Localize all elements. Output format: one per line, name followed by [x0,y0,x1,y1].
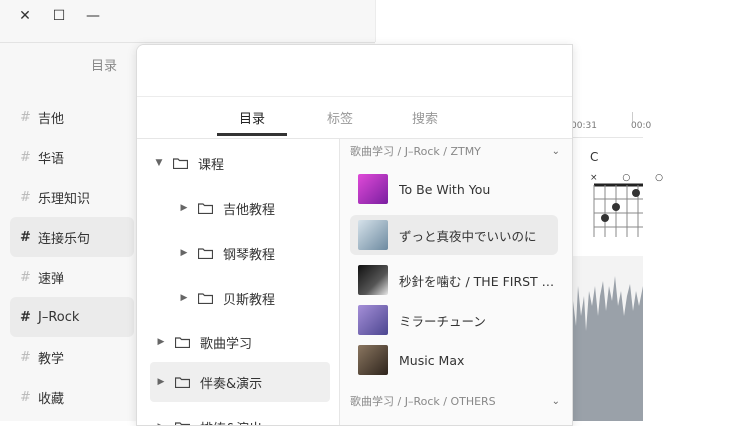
hash-icon: # [20,350,32,365]
timeline-label: 00:31 [571,121,597,131]
album-thumbnail [358,265,388,295]
tree-item-courses[interactable]: ▼ 课程 [153,143,333,183]
folder-tree: ▼ 课程 ▶ 吉他教程 ▶ 钢琴教程 ▶ 贝斯教程 [137,139,340,426]
group-path: 歌曲学习 / J–Rock / ZTMY [350,143,481,159]
folder-icon [198,292,213,304]
hash-icon: # [20,310,32,325]
tree-item-label: 吉他教程 [223,199,275,218]
library-popup: 目录 标签 搜索 ▼ 课程 ▶ 吉他教程 ▶ 钢琴教程 ▶ [136,44,573,426]
hash-icon: # [20,270,32,285]
song-title: ずっと真夜中でいいのに [399,226,558,245]
sidebar-item-label: 收藏 [38,388,64,407]
tree-item-label: 贝斯教程 [223,289,275,308]
sidebar-item-theory[interactable]: # 乐理知识 [10,177,134,217]
active-tab-indicator [217,133,287,136]
close-icon[interactable]: ✕ [15,6,35,26]
folder-icon [198,247,213,259]
chevron-down-icon[interactable]: ⌄ [552,146,560,157]
tab-search[interactable]: 搜索 [390,96,460,138]
group-header-ztmy[interactable]: 歌曲学习 / J–Rock / ZTMY ⌄ [350,141,560,161]
main-header [375,0,644,42]
folder-icon [173,157,188,169]
folder-icon [198,202,213,214]
sidebar-item-chinese[interactable]: # 华语 [10,137,134,177]
sidebar-item-phrases[interactable]: # 连接乐句 [10,217,134,257]
tree-item-label: 钢琴教程 [223,244,275,263]
list-item[interactable]: To Be With You [350,169,558,209]
tree-item-label: 课程 [198,154,224,173]
tree-item-label: 歌曲学习 [200,333,252,352]
sidebar-item-label: 华语 [38,148,64,167]
group-path: 歌曲学习 / J–Rock / OTHERS [350,393,496,409]
tab-tags[interactable]: 标签 [305,96,375,138]
tab-catalog[interactable]: 目录 [217,96,287,138]
tree-item-guitar-course[interactable]: ▶ 吉他教程 [178,188,333,228]
sidebar-item-teaching[interactable]: # 教学 [10,337,134,377]
sidebar-item-speed[interactable]: # 速弹 [10,257,134,297]
song-title: ミラーチューン [399,311,558,330]
folder-icon [175,421,190,426]
hash-icon: # [20,190,32,205]
chevron-right-icon[interactable]: ▶ [155,337,167,347]
list-item[interactable]: Music Max [350,340,558,380]
list-item[interactable]: ミラーチューン [350,300,558,340]
album-thumbnail [358,345,388,375]
chord-diagram [593,183,643,238]
sidebar-item-label: J–Rock [38,310,79,325]
hash-icon: # [20,150,32,165]
sidebar-item-label: 乐理知识 [38,188,90,207]
tree-item-bass-course[interactable]: ▶ 贝斯教程 [178,278,333,318]
album-thumbnail [358,220,388,250]
hash-icon: # [20,390,32,405]
group-header-others[interactable]: 歌曲学习 / J–Rock / OTHERS ⌄ [350,391,560,411]
list-item[interactable]: 秒針を噛む / THE FIRST TAKE [350,260,558,300]
hash-icon: # [20,110,32,125]
chevron-down-icon[interactable]: ⌄ [552,396,560,407]
song-list: 歌曲学习 / J–Rock / ZTMY ⌄ To Be With You ずっ… [340,139,572,426]
chevron-right-icon[interactable]: ▶ [178,293,190,303]
maximize-icon[interactable]: ☐ [49,6,69,26]
sidebar-item-guitar[interactable]: # 吉他 [10,97,134,137]
timeline-divider [571,137,643,138]
tree-item-label: 排练&演出 [200,418,262,426]
chord-name: C [590,150,598,164]
chevron-right-icon[interactable]: ▶ [178,248,190,258]
popup-header [137,45,572,97]
tree-item-song-study[interactable]: ▶ 歌曲学习 [155,322,333,362]
album-thumbnail [358,305,388,335]
chevron-right-icon[interactable]: ▶ [178,203,190,213]
sidebar-item-jrock[interactable]: # J–Rock [10,297,134,337]
folder-icon [175,376,190,388]
sidebar-item-label: 吉他 [38,108,64,127]
tree-item-rehearsal[interactable]: ▶ 排练&演出 [155,407,333,426]
timeline-label: 00:0 [631,121,651,131]
hash-icon: # [20,230,32,245]
sidebar-item-label: 速弹 [38,268,64,287]
song-title: Music Max [399,353,558,368]
chevron-right-icon[interactable]: ▶ [155,422,167,426]
song-title: To Be With You [399,182,558,197]
song-title: 秒針を噛む / THE FIRST TAKE [399,271,558,290]
tree-item-accompaniment[interactable]: ▶ 伴奏&演示 [150,362,330,402]
album-thumbnail [358,174,388,204]
sidebar-item-label: 连接乐句 [38,228,90,247]
chevron-down-icon[interactable]: ▼ [153,158,165,168]
chevron-right-icon[interactable]: ▶ [155,377,167,387]
folder-icon [175,336,190,348]
sidebar-item-label: 教学 [38,348,64,367]
list-item[interactable]: ずっと真夜中でいいのに [350,215,558,255]
waveform [570,256,643,421]
tree-item-label: 伴奏&演示 [200,373,262,392]
tree-item-piano-course[interactable]: ▶ 钢琴教程 [178,233,333,273]
sidebar-item-favorites[interactable]: # 收藏 [10,377,134,417]
sidebar-title: 目录 [91,55,117,74]
minimize-icon[interactable]: — [83,6,103,26]
chord-string-markers: × ○ ○ [590,173,674,183]
popup-tabs: 目录 标签 搜索 [137,96,572,139]
